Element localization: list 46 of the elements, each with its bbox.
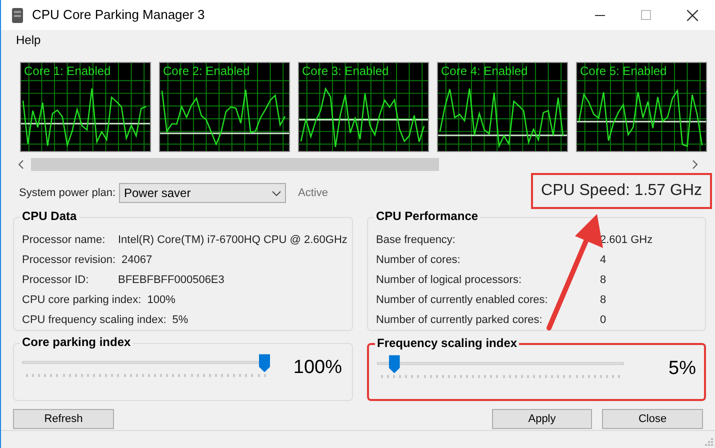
info-label: CPU core parking index: (22, 292, 142, 308)
scroll-left-icon[interactable] (17, 160, 25, 169)
info-label: Number of currently enabled cores: (376, 292, 549, 308)
slider-value: 100% (292, 356, 342, 380)
info-value: 8 (600, 272, 606, 288)
minimize-icon (595, 14, 605, 16)
cpu-speed-readout: CPU Speed: 1.57 GHz (531, 173, 712, 209)
scroll-right-icon[interactable] (691, 160, 699, 169)
group-title: CPU Data (20, 210, 79, 222)
info-value: BFEBFBFF000506E3 (118, 272, 224, 288)
info-value: 4 (600, 252, 606, 268)
info-value: 100% (147, 292, 176, 308)
power-plan-dropdown[interactable]: Power saver (119, 183, 286, 203)
power-plan-label: System power plan: (19, 186, 117, 201)
group-title: CPU Performance (374, 210, 480, 222)
group-title: Core parking index (20, 336, 133, 348)
window-title: CPU Core Parking Manager 3 (32, 6, 205, 24)
slider-thumb[interactable] (388, 355, 400, 374)
refresh-button[interactable]: Refresh (13, 409, 114, 429)
slider-thumb[interactable] (259, 354, 270, 372)
info-label: Processor name: (22, 232, 106, 248)
info-label: Processor revision: (22, 252, 117, 268)
info-value: 0 (600, 312, 606, 328)
app-icon (11, 8, 24, 22)
scrollbar-thumb[interactable] (31, 158, 439, 171)
info-value: Intel(R) Core(TM) i7-6700HQ CPU @ 2.60GHz (118, 232, 348, 248)
menu-item[interactable]: Help (11, 31, 46, 49)
info-label: Base frequency: (376, 232, 456, 248)
info-label: Number of cores: (376, 252, 462, 268)
info-value: 5% (172, 312, 188, 328)
info-label: Number of currently parked cores: (376, 312, 544, 328)
info-value: 24067 (122, 252, 152, 268)
resize-grip-icon (704, 437, 713, 446)
group-title: Frequency scaling index (375, 337, 520, 349)
info-value: 2.601 GHz (600, 232, 653, 248)
close-icon (686, 10, 698, 20)
close-dialog-button[interactable]: Close (602, 409, 703, 429)
info-label: CPU frequency scaling index: (22, 312, 168, 328)
info-label: Number of logical processors: (376, 272, 523, 288)
info-value: 8 (600, 292, 606, 308)
maximize-icon (641, 10, 651, 20)
apply-button[interactable]: Apply (492, 409, 592, 429)
plan-status: Active (298, 186, 328, 201)
slider-value: 5% (668, 357, 696, 381)
info-label: Processor ID: (22, 272, 90, 288)
chevron-down-icon (272, 190, 281, 196)
